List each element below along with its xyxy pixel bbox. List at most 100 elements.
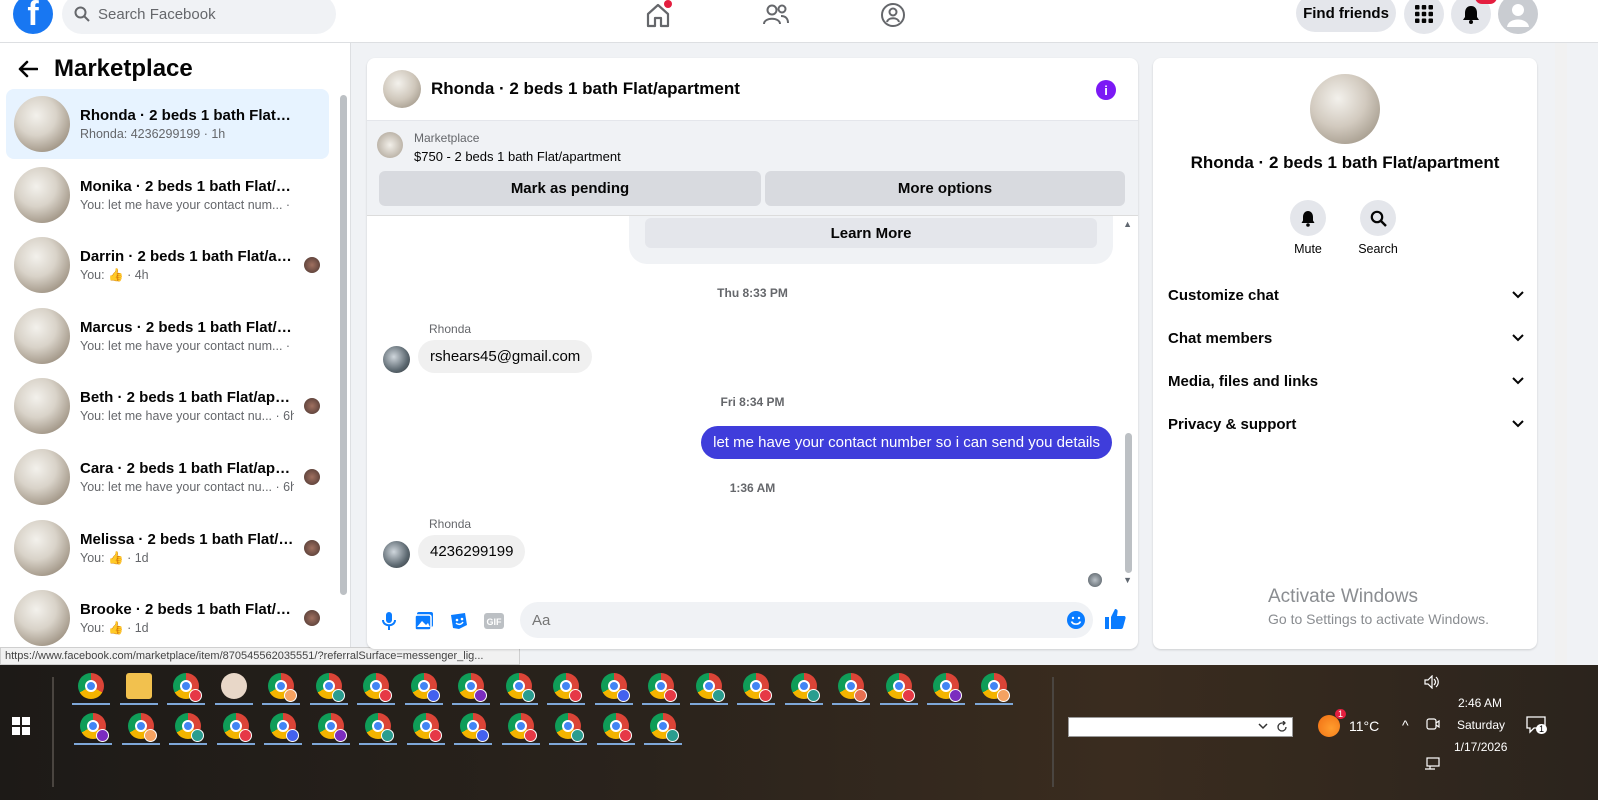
conversation-item[interactable]: Melissa · 2 beds 1 bath Flat/ap... You: … xyxy=(6,513,329,583)
find-friends-button[interactable]: Find friends xyxy=(1296,0,1396,32)
chrome-profile-icon[interactable] xyxy=(127,713,157,742)
chrome-profile-icon[interactable] xyxy=(790,673,820,702)
conversation-item[interactable]: Beth · 2 beds 1 bath Flat/apart... You: … xyxy=(6,371,329,441)
scroll-up-arrow-icon[interactable]: ▲ xyxy=(1123,219,1132,229)
speaker-icon[interactable] xyxy=(1424,674,1440,692)
conversation-item[interactable]: Rhonda · 2 beds 1 bath Flat/apar... Rhon… xyxy=(6,89,329,159)
show-hidden-icons-chevron-up-icon[interactable]: ^ xyxy=(1402,717,1409,733)
listing-price-title[interactable]: $750 - 2 beds 1 bath Flat/apartment xyxy=(414,149,621,164)
chat-members-section[interactable]: Chat members xyxy=(1168,318,1524,358)
clock-day[interactable]: Saturday xyxy=(1457,718,1505,732)
message-composer: GIF xyxy=(367,598,1138,649)
customize-chat-section[interactable]: Customize chat xyxy=(1168,275,1524,315)
weather-icon[interactable]: 1 xyxy=(1318,709,1346,737)
conversation-item[interactable]: Brooke · 2 beds 1 bath Flat/ap... You: 👍… xyxy=(6,583,329,653)
conversation-list-scrollbar[interactable] xyxy=(340,95,347,595)
chrome-profile-icon[interactable] xyxy=(695,673,725,702)
search-facebook-box[interactable]: Search Facebook xyxy=(62,0,336,34)
running-indicator xyxy=(216,743,255,745)
refresh-icon[interactable] xyxy=(1276,721,1288,733)
clock-date[interactable]: 1/17/2026 xyxy=(1454,740,1507,754)
conversation-item[interactable]: Cara · 2 beds 1 bath Flat/apart... You: … xyxy=(6,442,329,512)
search-action[interactable]: Search xyxy=(1348,200,1408,256)
temperature[interactable]: 11°C xyxy=(1349,718,1379,734)
friends-icon[interactable] xyxy=(756,0,796,30)
chrome-profile-icon[interactable] xyxy=(505,673,535,702)
message-input[interactable] xyxy=(520,602,1093,638)
facebook-logo[interactable]: f xyxy=(13,0,53,34)
conversation-item[interactable]: Marcus · 2 beds 1 bath Flat/apar... You:… xyxy=(6,301,329,371)
groups-icon[interactable] xyxy=(873,0,913,30)
clock-time[interactable]: 2:46 AM xyxy=(1458,696,1502,710)
mute-action[interactable]: Mute xyxy=(1278,200,1338,256)
chrome-profile-icon[interactable] xyxy=(175,713,204,742)
chrome-profile-icon[interactable] xyxy=(410,673,440,702)
chrome-profile-icon[interactable] xyxy=(933,673,962,702)
microphone-icon[interactable] xyxy=(378,610,400,632)
menu-grid-icon[interactable] xyxy=(1404,0,1444,34)
chat-scrollbar[interactable] xyxy=(1125,433,1132,573)
dropdown-chevron-icon[interactable] xyxy=(1258,723,1268,730)
info-icon[interactable]: i xyxy=(1096,80,1116,100)
chrome-profile-icon[interactable] xyxy=(315,673,345,702)
chrome-profile-icon[interactable] xyxy=(412,713,442,742)
chrome-profile-icon[interactable] xyxy=(980,673,1010,702)
conversation-item[interactable]: Monika · 2 beds 1 bath Flat/apar... You:… xyxy=(6,160,329,230)
chrome-profile-icon[interactable] xyxy=(553,673,582,702)
windows-start-icon[interactable] xyxy=(12,717,30,740)
taskbar-address-box[interactable] xyxy=(1068,717,1293,737)
account-avatar[interactable] xyxy=(1498,0,1538,34)
gif-icon[interactable]: GIF xyxy=(483,610,505,632)
action-center-icon[interactable]: 1 xyxy=(1526,716,1548,737)
chrome-profile-icon[interactable] xyxy=(78,673,104,699)
privacy-support-section[interactable]: Privacy & support xyxy=(1168,404,1524,444)
chat-title[interactable]: Rhonda · 2 beds 1 bath Flat/apartment xyxy=(431,79,740,99)
chrome-profile-icon[interactable] xyxy=(838,673,867,702)
page-scrollbar[interactable] xyxy=(1555,43,1567,665)
file-explorer-icon[interactable] xyxy=(125,673,152,699)
bell-icon xyxy=(1290,200,1326,236)
snipping-tool-icon[interactable] xyxy=(220,673,247,699)
emoji-icon[interactable] xyxy=(1065,609,1087,631)
chat-avatar[interactable] xyxy=(383,70,421,108)
chrome-profile-icon[interactable] xyxy=(365,713,394,742)
scroll-down-arrow-icon[interactable]: ▼ xyxy=(1123,575,1132,585)
notifications-bell-icon[interactable]: 12 xyxy=(1451,0,1497,34)
chrome-profile-icon[interactable] xyxy=(648,673,677,702)
chrome-profile-icon[interactable] xyxy=(743,673,772,702)
profile-badge xyxy=(238,729,252,742)
chrome-profile-icon[interactable] xyxy=(317,713,347,742)
profile-badge xyxy=(664,689,677,702)
meet-now-icon[interactable] xyxy=(1426,717,1440,734)
chrome-profile-icon[interactable] xyxy=(363,673,392,702)
thumbs-up-icon[interactable] xyxy=(1104,608,1126,630)
back-arrow-icon[interactable] xyxy=(18,60,38,78)
chrome-profile-icon[interactable] xyxy=(173,673,202,702)
chrome-profile-icon[interactable] xyxy=(80,713,109,742)
chrome-profile-icon[interactable] xyxy=(270,713,299,742)
chevron-down-icon xyxy=(1512,291,1524,299)
conversation-avatar[interactable] xyxy=(1310,74,1380,144)
chrome-profile-icon[interactable] xyxy=(458,673,487,702)
sticker-icon[interactable] xyxy=(448,610,470,632)
conversation-item[interactable]: Darrin · 2 beds 1 bath Flat/apa... You: … xyxy=(6,230,329,300)
chrome-profile-icon[interactable] xyxy=(460,713,489,742)
photo-icon[interactable] xyxy=(413,610,435,632)
chat-panel: Rhonda · 2 beds 1 bath Flat/apartment i … xyxy=(367,58,1138,649)
chrome-profile-icon[interactable] xyxy=(222,713,252,742)
learn-more-button[interactable]: Learn More xyxy=(645,218,1097,248)
mark-as-pending-button[interactable]: Mark as pending xyxy=(379,171,761,206)
chrome-profile-icon[interactable] xyxy=(600,673,630,702)
chrome-profile-icon[interactable] xyxy=(650,713,679,742)
home-icon[interactable] xyxy=(638,0,678,30)
sender-avatar[interactable] xyxy=(383,346,410,373)
media-files-links-section[interactable]: Media, files and links xyxy=(1168,361,1524,401)
network-icon[interactable] xyxy=(1424,757,1440,774)
chrome-profile-icon[interactable] xyxy=(885,673,915,702)
chrome-profile-icon[interactable] xyxy=(507,713,537,742)
more-options-button[interactable]: More options xyxy=(765,171,1125,206)
sender-avatar[interactable] xyxy=(383,541,410,568)
chrome-profile-icon[interactable] xyxy=(602,713,632,742)
chrome-profile-icon[interactable] xyxy=(555,713,584,742)
chrome-profile-icon[interactable] xyxy=(268,673,297,702)
